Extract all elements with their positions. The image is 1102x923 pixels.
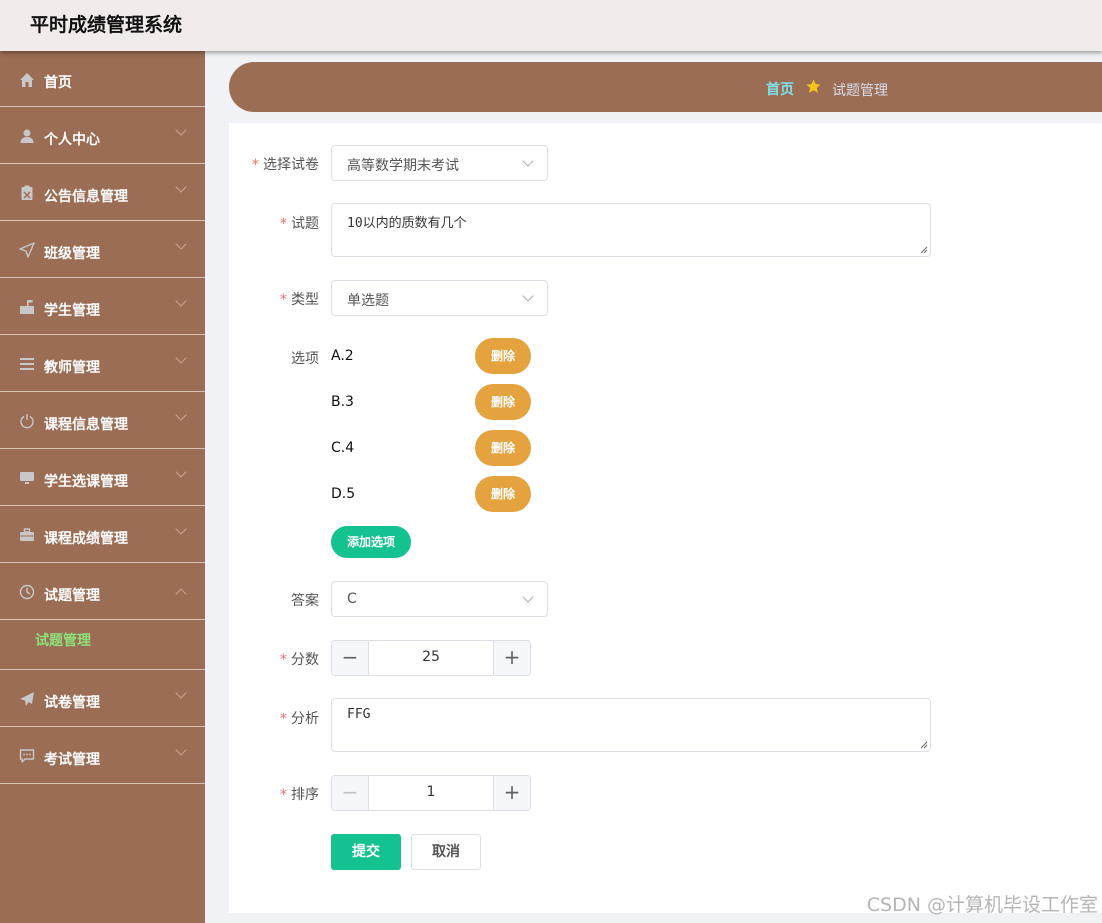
chat-icon bbox=[19, 748, 35, 764]
score-stepper[interactable]: − 25 + bbox=[331, 640, 531, 676]
home-icon bbox=[19, 72, 35, 88]
send-icon bbox=[19, 242, 35, 258]
sidebar-item-label: 试卷管理 bbox=[44, 695, 100, 711]
sidebar-item-label: 学生管理 bbox=[44, 303, 100, 319]
paper-select[interactable]: 高等数学期末考试 bbox=[331, 145, 548, 181]
sidebar-item-question-management[interactable]: 试题管理 bbox=[0, 563, 205, 620]
breadcrumb-home-link[interactable]: 首页 bbox=[766, 79, 794, 99]
chevron-down-icon bbox=[175, 238, 187, 250]
sidebar-item-personal-center[interactable]: 个人中心 bbox=[0, 107, 205, 164]
monitor-icon bbox=[19, 470, 35, 486]
question-textarea-value: 10以内的质数有几个 bbox=[347, 216, 467, 231]
sidebar-item-label: 课程成绩管理 bbox=[44, 531, 128, 547]
list-icon bbox=[19, 356, 35, 372]
cancel-button[interactable]: 取消 bbox=[411, 834, 481, 870]
star-icon bbox=[805, 78, 822, 95]
chevron-down-icon bbox=[175, 181, 187, 193]
breadcrumb-current: 试题管理 bbox=[832, 83, 888, 99]
sidebar-item-label: 首页 bbox=[44, 75, 72, 91]
briefcase-icon bbox=[19, 527, 35, 543]
option-item: B.3 bbox=[331, 394, 354, 410]
chevron-down-icon bbox=[522, 591, 534, 603]
option-item: C.4 bbox=[331, 440, 355, 456]
chevron-down-icon bbox=[175, 124, 187, 136]
sort-stepper[interactable]: − 1 + bbox=[331, 775, 531, 811]
sidebar-item-announcements[interactable]: 公告信息管理 bbox=[0, 164, 205, 221]
sidebar-item-label: 班级管理 bbox=[44, 246, 100, 262]
sidebar-item-label: 考试管理 bbox=[44, 752, 100, 768]
sidebar-item-label: 教师管理 bbox=[44, 360, 100, 376]
chevron-down-icon bbox=[175, 687, 187, 699]
sidebar-item-course-grades[interactable]: 课程成绩管理 bbox=[0, 506, 205, 563]
type-select-value: 单选题 bbox=[347, 293, 389, 309]
question-label: * 试题 bbox=[280, 216, 319, 232]
delete-option-button[interactable]: 删除 bbox=[475, 338, 531, 374]
analysis-textarea-value: FFG bbox=[347, 707, 371, 722]
answer-select[interactable]: C bbox=[331, 581, 548, 617]
sidebar-item-course-selection[interactable]: 学生选课管理 bbox=[0, 449, 205, 506]
answer-label: 答案 bbox=[291, 593, 319, 609]
watermark: CSDN @计算机毕设工作室 bbox=[866, 894, 1098, 916]
analysis-textarea[interactable]: FFG bbox=[331, 698, 931, 752]
type-label: * 类型 bbox=[280, 292, 319, 308]
delete-option-button[interactable]: 删除 bbox=[475, 476, 531, 512]
chevron-up-icon bbox=[175, 588, 187, 600]
submit-button[interactable]: 提交 bbox=[331, 834, 401, 870]
sidebar-subitem-label: 试题管理 bbox=[35, 633, 91, 649]
sidebar-item-home[interactable]: 首页 bbox=[0, 51, 205, 107]
sidebar-item-teachers[interactable]: 教师管理 bbox=[0, 335, 205, 392]
type-select[interactable]: 单选题 bbox=[331, 280, 548, 316]
question-textarea[interactable]: 10以内的质数有几个 bbox=[331, 203, 931, 257]
analysis-label: * 分析 bbox=[280, 711, 319, 727]
sidebar-item-classes[interactable]: 班级管理 bbox=[0, 221, 205, 278]
chevron-down-icon bbox=[175, 744, 187, 756]
sort-input[interactable]: 1 bbox=[369, 784, 493, 800]
sidebar: 首页 个人中心 公告信息管理 班级管理 学生管理 教师管理 课程信息管理 学生选… bbox=[0, 51, 205, 923]
sidebar-item-paper-management[interactable]: 试卷管理 bbox=[0, 670, 205, 727]
mailbox-icon bbox=[19, 299, 35, 315]
option-item: D.5 bbox=[331, 486, 356, 502]
chevron-down-icon bbox=[175, 409, 187, 421]
power-icon bbox=[19, 413, 35, 429]
delete-option-button[interactable]: 删除 bbox=[475, 384, 531, 420]
user-icon bbox=[19, 128, 35, 144]
answer-select-value: C bbox=[347, 591, 357, 607]
increment-button[interactable]: + bbox=[493, 776, 530, 810]
sidebar-item-label: 个人中心 bbox=[44, 132, 100, 148]
paper-label: * 选择试卷 bbox=[252, 157, 319, 173]
sidebar-subitem-question-management[interactable]: 试题管理 bbox=[0, 620, 205, 670]
add-option-button[interactable]: 添加选项 bbox=[331, 526, 411, 558]
chevron-down-icon bbox=[175, 352, 187, 364]
clock-icon bbox=[19, 584, 35, 600]
paper-plane-icon bbox=[19, 691, 35, 707]
sort-label: * 排序 bbox=[280, 787, 319, 803]
clipboard-icon bbox=[19, 185, 35, 201]
resize-handle-icon[interactable] bbox=[920, 741, 928, 749]
decrement-button[interactable]: − bbox=[332, 776, 369, 810]
sidebar-item-label: 公告信息管理 bbox=[44, 189, 128, 205]
chevron-down-icon bbox=[175, 295, 187, 307]
sidebar-item-students[interactable]: 学生管理 bbox=[0, 278, 205, 335]
chevron-down-icon bbox=[522, 155, 534, 167]
sidebar-item-label: 学生选课管理 bbox=[44, 474, 128, 490]
chevron-down-icon bbox=[522, 290, 534, 302]
score-input[interactable]: 25 bbox=[369, 649, 493, 665]
sidebar-item-exam-management[interactable]: 考试管理 bbox=[0, 727, 205, 784]
option-item: A.2 bbox=[331, 348, 354, 364]
delete-option-button[interactable]: 删除 bbox=[475, 430, 531, 466]
score-label: * 分数 bbox=[280, 652, 319, 668]
app-title: 平时成绩管理系统 bbox=[30, 14, 183, 36]
increment-button[interactable]: + bbox=[493, 641, 530, 675]
options-label: 选项 bbox=[291, 351, 319, 367]
paper-select-value: 高等数学期末考试 bbox=[347, 158, 459, 174]
chevron-down-icon bbox=[175, 523, 187, 535]
chevron-down-icon bbox=[175, 466, 187, 478]
sidebar-item-course-info[interactable]: 课程信息管理 bbox=[0, 392, 205, 449]
sidebar-item-label: 试题管理 bbox=[44, 588, 100, 604]
top-header: 平时成绩管理系统 bbox=[0, 0, 1102, 51]
decrement-button[interactable]: − bbox=[332, 641, 369, 675]
sidebar-item-label: 课程信息管理 bbox=[44, 417, 128, 433]
breadcrumb: 首页 试题管理 bbox=[229, 62, 1102, 112]
resize-handle-icon[interactable] bbox=[920, 246, 928, 254]
